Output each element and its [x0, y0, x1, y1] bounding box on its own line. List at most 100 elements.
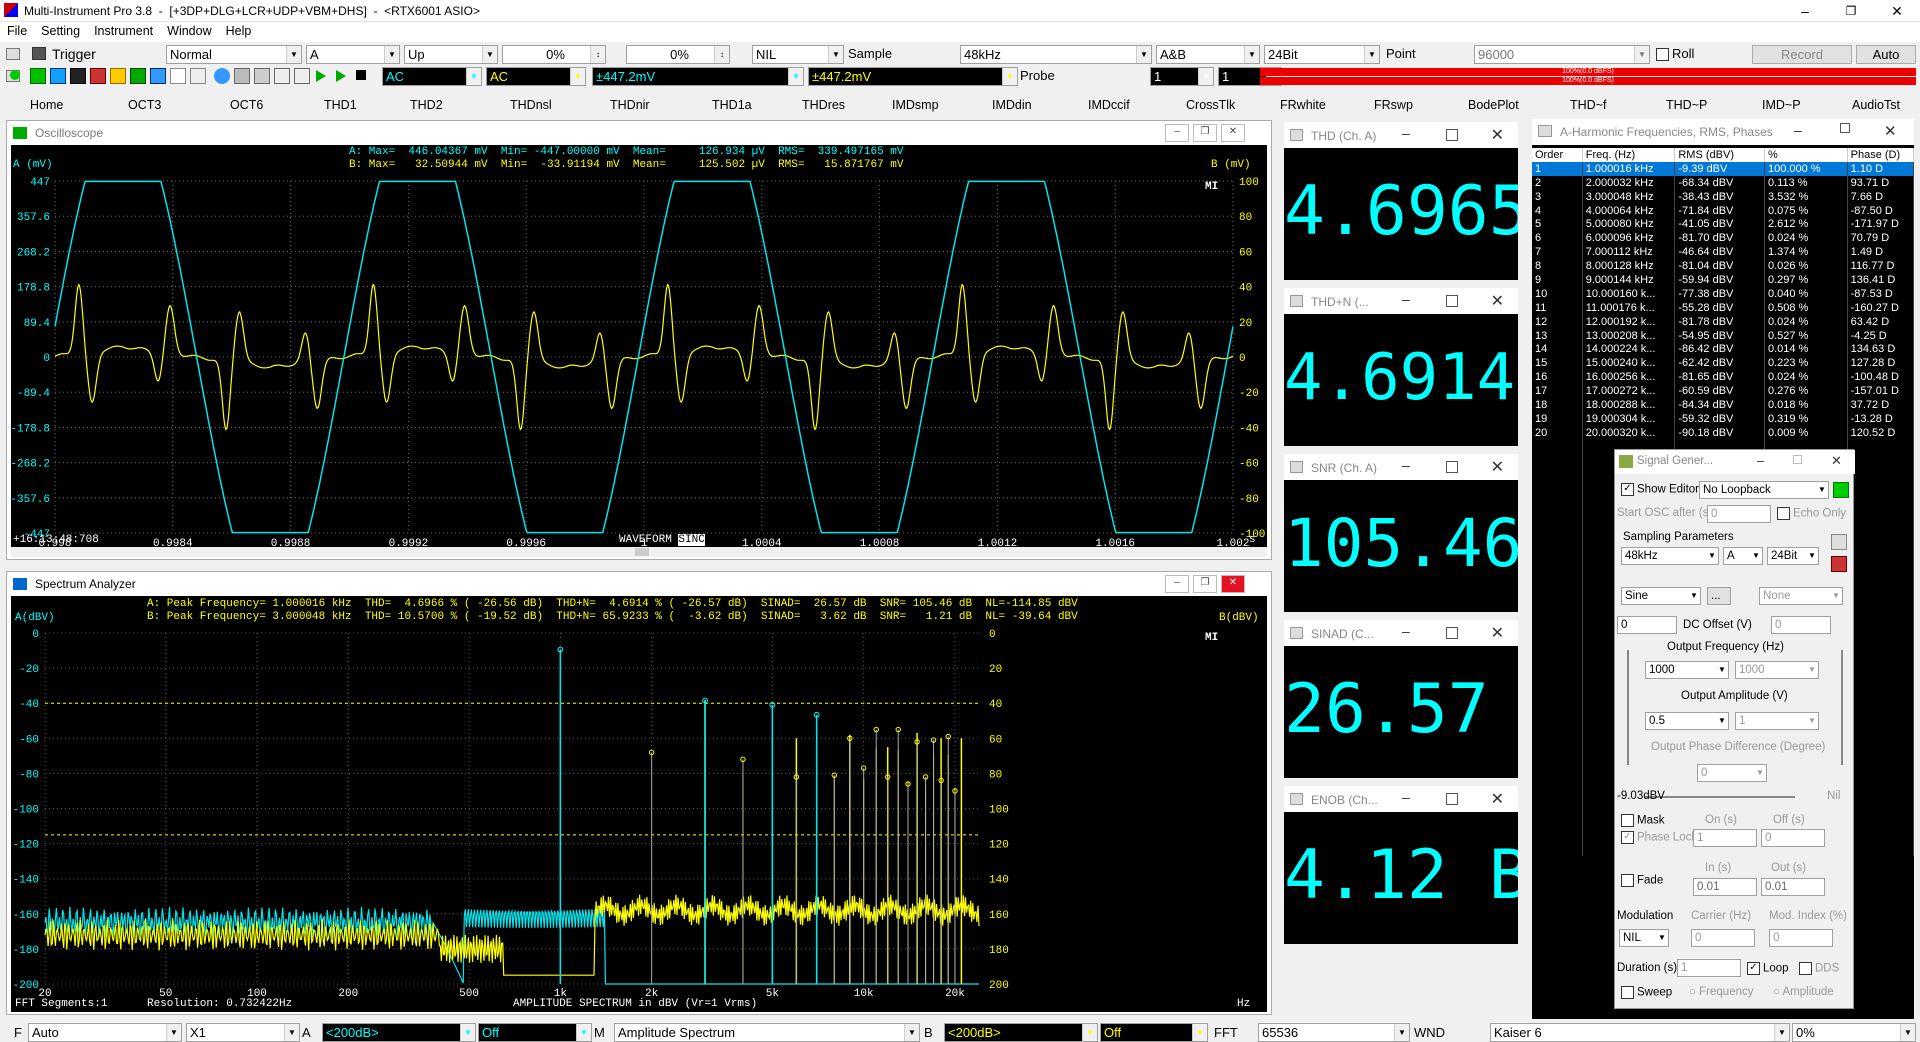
echo-only-checkbox[interactable]: Echo Only [1777, 507, 1846, 520]
settings-icon[interactable] [190, 68, 206, 84]
minimize-button[interactable]: – [1402, 457, 1410, 473]
loop-checkbox[interactable]: ✓ Loop [1747, 962, 1789, 975]
fft-size-select[interactable]: 65536 ▼ [1258, 1023, 1410, 1042]
menu-window[interactable]: Window [160, 22, 218, 40]
close-button[interactable]: ✕ [1221, 124, 1245, 142]
restore-button[interactable]: ❐ [1193, 124, 1217, 142]
table-row[interactable]: 13 13.000208 k... -54.95 dBV 0.527 % -4.25 D [1532, 328, 1914, 343]
record-button[interactable]: Record [1752, 45, 1852, 64]
table-row[interactable]: 1 1.000016 kHz -9.39 dBV 100.000 % 1.10 D [1532, 161, 1914, 176]
function-tab-thd1a[interactable]: THD1a [712, 98, 752, 112]
menu-instrument[interactable]: Instrument [87, 22, 160, 40]
multimeter-icon[interactable] [70, 68, 86, 84]
sweep-amplitude-radio[interactable]: ○ Amplitude [1773, 986, 1834, 998]
trigger-edge-select[interactable]: Up ▼ [404, 45, 498, 64]
probe-icon[interactable] [254, 68, 270, 84]
oscilloscope-chart[interactable]: 0.998 0.9984 0.9988 0.9992 0.9996 1 1.0004 1.00… [11, 145, 1267, 547]
close-button[interactable]: ✕ [1831, 453, 1842, 469]
carrier-input[interactable]: 0 [1691, 929, 1755, 947]
loopback-select[interactable]: No Loopback ▼ [1699, 481, 1829, 499]
gen-rate-select[interactable]: 48kHz ▼ [1621, 547, 1719, 565]
table-row[interactable]: 9 9.000144 kHz -59.94 dBV 0.297 % 136.41 D [1532, 273, 1914, 287]
close-button[interactable]: ✕ [1884, 122, 1897, 140]
minimize-button[interactable]: – [1782, 0, 1828, 22]
function-tab-audiotst[interactable]: AudioTst [1852, 98, 1900, 112]
sample-rate-select[interactable]: 48kHz ▼ [960, 45, 1152, 64]
datalogger-icon[interactable] [110, 68, 126, 84]
spectrum3d-icon[interactable] [90, 68, 106, 84]
mode-select[interactable]: Amplitude Spectrum ▼ [614, 1023, 920, 1042]
close-button[interactable]: ✕ [1491, 789, 1504, 809]
function-tab-thd1[interactable]: THD1 [324, 98, 357, 112]
trigger-delay-stepper[interactable]: 0% ↕ [626, 45, 730, 64]
minimize-button[interactable]: – [1402, 125, 1410, 141]
column-header[interactable]: Freq. (Hz) [1582, 148, 1676, 162]
show-editor-checkbox[interactable]: ✓ Show Editor [1621, 483, 1699, 496]
amp-slider-b[interactable] [1841, 650, 1843, 765]
mask-on-input[interactable]: 1 [1693, 829, 1757, 847]
spectrum-icon[interactable] [50, 68, 66, 84]
speaker-icon[interactable] [294, 68, 310, 84]
modulation-select[interactable]: NIL ▼ [1619, 929, 1669, 947]
restore-button[interactable]: ❐ [1193, 575, 1217, 593]
coupling-b-select[interactable]: AC ▼ [486, 67, 586, 86]
maximize-button[interactable] [1446, 793, 1458, 805]
roll-checkbox[interactable]: Roll [1656, 46, 1694, 62]
function-tab-imdp[interactable]: IMD~P [1762, 98, 1801, 112]
close-button[interactable]: ✕ [1221, 575, 1245, 593]
function-tab-thdf[interactable]: THD~f [1570, 98, 1606, 112]
menu-setting[interactable]: Setting [34, 22, 87, 40]
network-icon[interactable] [274, 68, 290, 84]
trigger-level-stepper[interactable]: 0% ↕ [502, 45, 606, 64]
function-tab-imdsmp[interactable]: IMDsmp [892, 98, 939, 112]
amp-slider-a[interactable] [1627, 650, 1629, 765]
minimize-button[interactable]: – [1757, 453, 1764, 468]
restore-button[interactable]: ❐ [1828, 0, 1874, 22]
b-range-select[interactable]: <200dB> ▼ [944, 1023, 1098, 1042]
column-header[interactable]: Phase (D) [1847, 148, 1914, 162]
function-tab-crosstlk[interactable]: CrossTlk [1186, 98, 1235, 112]
table-row[interactable]: 19 19.000304 k... -59.32 dBV 0.319 % -13.28 … [1532, 411, 1914, 426]
play-once-icon[interactable] [336, 70, 346, 82]
function-tab-thdres[interactable]: THDres [802, 98, 845, 112]
table-row[interactable]: 2 2.000032 kHz -68.34 dBV 0.113 % 93.71 D [1532, 175, 1914, 190]
window-select[interactable]: Kaiser 6 ▼ [1490, 1023, 1790, 1042]
table-row[interactable]: 8 8.000128 kHz -81.04 dBV 0.026 % 116.77 D [1532, 259, 1914, 274]
dds-icon[interactable] [150, 68, 166, 84]
save-icon[interactable] [1831, 534, 1847, 550]
b-off-select[interactable]: Off ▼ [1100, 1023, 1208, 1042]
table-row[interactable]: 20 20.000320 k... -90.18 dBV 0.009 % 120.52 … [1532, 425, 1914, 440]
function-tab-thdnsl[interactable]: THDnsl [510, 98, 552, 112]
function-tab-frwhite[interactable]: FRwhite [1280, 98, 1326, 112]
overlap-select[interactable]: 0% ▼ [1792, 1023, 1916, 1042]
maximize-button[interactable] [1446, 129, 1458, 141]
close-button[interactable]: ✕ [1874, 0, 1920, 22]
bit-depth-select[interactable]: 24Bit ▼ [1264, 45, 1380, 64]
a-range-select[interactable]: <200dB> ▼ [322, 1023, 476, 1042]
table-row[interactable]: 12 12.000192 k... -81.78 dBV 0.024 % 63.42 D [1532, 314, 1914, 329]
table-row[interactable]: 3 3.000048 kHz -38.43 dBV 3.532 % 7.66 D [1532, 189, 1914, 204]
probe-a-select[interactable]: 1 ▼ [1150, 67, 1214, 86]
minimize-button[interactable]: – [1402, 789, 1410, 805]
dds-checkbox[interactable]: DDS [1799, 962, 1839, 975]
column-header[interactable]: Order [1532, 148, 1583, 162]
level-slider[interactable] [1645, 796, 1795, 798]
play-icon[interactable] [316, 70, 326, 82]
close-button[interactable]: ✕ [1491, 457, 1504, 477]
sweep-frequency-radio[interactable]: ○ Frequency [1689, 986, 1754, 998]
maximize-button[interactable] [1793, 455, 1802, 464]
minimize-button[interactable]: – [1402, 623, 1410, 639]
maximize-button[interactable] [1446, 627, 1458, 639]
fade-checkbox[interactable]: Fade [1621, 874, 1663, 887]
osc-scroll-thumb[interactable] [635, 548, 649, 556]
fade-out-input[interactable]: 0.01 [1761, 878, 1825, 896]
duration-input[interactable]: 1 [1677, 959, 1741, 977]
trigger-mode-select[interactable]: Normal ▼ [166, 45, 302, 64]
function-tab-oct6[interactable]: OCT6 [230, 98, 263, 112]
mod-index-input[interactable]: 0 [1769, 929, 1833, 947]
table-row[interactable]: 4 4.000064 kHz -71.84 dBV 0.075 % -87.50 D [1532, 203, 1914, 218]
sinc-toggle[interactable]: SINC [678, 534, 705, 546]
minimize-button[interactable]: – [1402, 291, 1410, 307]
generator-run-button[interactable] [1833, 482, 1849, 498]
table-row[interactable]: 14 14.000224 k... -86.42 dBV 0.014 % 134.63 … [1532, 342, 1914, 357]
